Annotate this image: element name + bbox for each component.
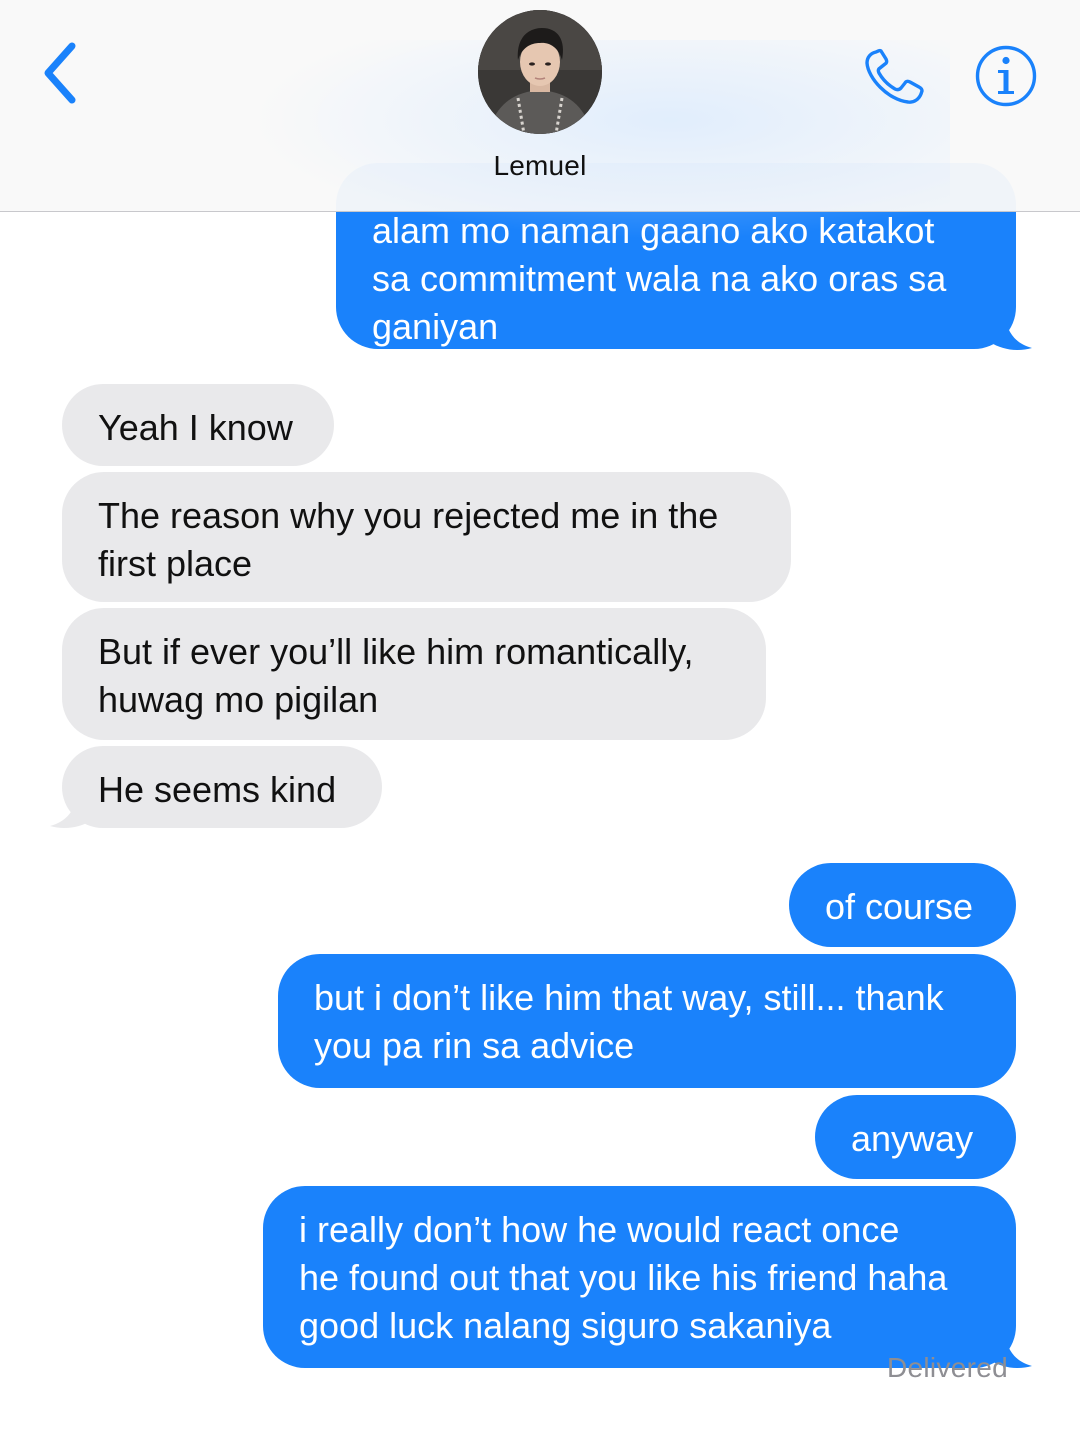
conversation-header: Lemuel bbox=[0, 0, 1080, 240]
message-bubble-received[interactable]: The reason why you rejected me in the fi… bbox=[62, 472, 791, 602]
delivery-status: Delivered bbox=[887, 1352, 1008, 1383]
bubble-tail bbox=[50, 792, 92, 828]
message-bubble-sent[interactable]: of course bbox=[789, 863, 1016, 947]
contact-name[interactable]: Lemuel bbox=[0, 150, 1080, 182]
message-bubble-received[interactable]: He seems kind bbox=[62, 746, 382, 828]
message-bubble-sent[interactable]: i really don’t how he would react once h… bbox=[263, 1186, 1016, 1368]
phone-icon[interactable] bbox=[862, 46, 930, 108]
message-bubble-received[interactable]: But if ever you’ll like him romantically… bbox=[62, 608, 766, 740]
avatar[interactable] bbox=[478, 10, 602, 134]
message-bubble-sent[interactable]: anyway bbox=[815, 1095, 1016, 1179]
bubble-tail bbox=[990, 312, 1032, 350]
message-bubble-received[interactable]: Yeah I know bbox=[62, 384, 334, 466]
chevron-left-icon[interactable] bbox=[38, 40, 82, 106]
contact-photo bbox=[478, 10, 602, 134]
info-icon[interactable] bbox=[974, 44, 1038, 108]
message-bubble-sent[interactable]: but i don’t like him that way, still... … bbox=[278, 954, 1016, 1088]
